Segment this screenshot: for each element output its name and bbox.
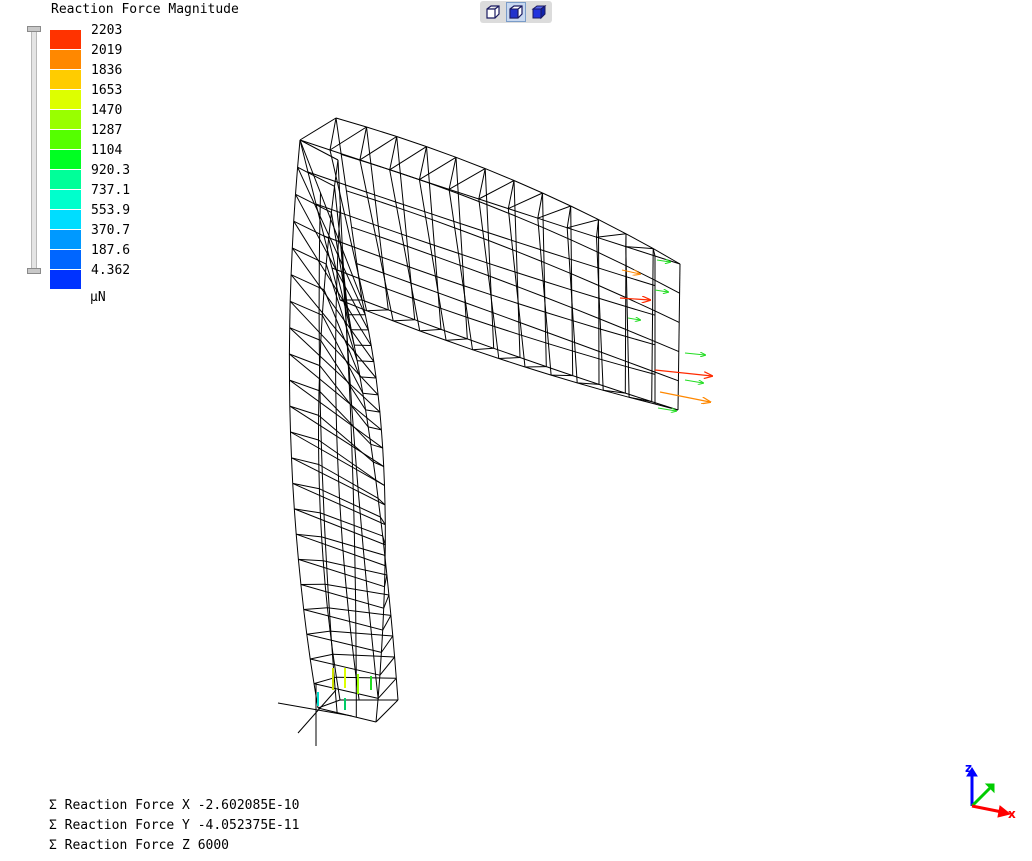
z-axis-icon: z xyxy=(965,761,978,806)
reaction-arrow xyxy=(684,353,705,355)
legend-unit: μN xyxy=(90,290,106,305)
hidden-line-view-icon xyxy=(509,5,523,19)
axis-triad[interactable]: z x xyxy=(960,760,1032,824)
view-mode-toolbar xyxy=(480,1,552,23)
legend-swatch xyxy=(50,50,81,69)
hidden-line-view-button[interactable] xyxy=(505,2,526,22)
sum-reaction-force-x: Σ Reaction Force X -2.602085E-10 xyxy=(49,798,300,813)
reaction-force-summary: Σ Reaction Force X -2.602085E-10 Σ React… xyxy=(49,797,299,857)
legend-value: 2019 xyxy=(91,43,123,58)
wireframe-view-icon xyxy=(486,5,500,19)
solid-view-button[interactable] xyxy=(529,2,549,22)
legend-value: 4.362 xyxy=(91,263,131,278)
z-axis-label: z xyxy=(965,761,972,775)
legend-swatch xyxy=(50,90,81,109)
legend-swatch xyxy=(50,190,81,209)
legend-slider-bottom-handle[interactable] xyxy=(27,268,41,274)
legend-color-bar xyxy=(50,30,81,290)
legend-value: 1653 xyxy=(91,83,123,98)
legend-value: 187.6 xyxy=(91,243,131,258)
legend-swatch xyxy=(50,210,81,229)
legend-value: 370.7 xyxy=(91,223,131,238)
legend-value: 553.9 xyxy=(91,203,131,218)
legend-swatch xyxy=(50,130,81,149)
legend-swatch xyxy=(50,70,81,89)
sum-reaction-force-y: Σ Reaction Force Y -4.052375E-11 xyxy=(49,818,300,833)
legend-slider-top-handle[interactable] xyxy=(27,26,41,32)
x-axis-icon: x xyxy=(971,804,1016,821)
model-viewport[interactable] xyxy=(0,0,1032,861)
legend-value: 1836 xyxy=(91,63,123,78)
legend-swatch xyxy=(50,110,81,129)
wireframe-mesh xyxy=(288,117,681,723)
legend-swatch xyxy=(50,30,81,49)
legend-value: 737.1 xyxy=(91,183,131,198)
reaction-arrow xyxy=(621,269,640,274)
solid-view-icon xyxy=(531,5,547,20)
legend-swatch xyxy=(50,250,81,269)
legend-value: 2203 xyxy=(91,23,123,38)
legend-swatch xyxy=(50,270,81,289)
legend-value: 920.3 xyxy=(91,163,131,178)
legend-swatch xyxy=(50,150,81,169)
legend-value: 1104 xyxy=(91,143,123,158)
legend-title: Reaction Force Magnitude xyxy=(51,2,239,17)
reaction-arrow xyxy=(684,379,703,383)
reaction-arrow xyxy=(619,298,650,300)
reaction-arrow xyxy=(654,290,668,292)
legend-swatch xyxy=(50,170,81,189)
x-axis-label: x xyxy=(1008,807,1016,821)
sum-reaction-force-z: Σ Reaction Force Z 6000 xyxy=(49,838,230,853)
legend-swatch xyxy=(50,230,81,249)
legend-value-labels: 2203 2019 1836 1653 1470 1287 1104 920.3 737.1 55… xyxy=(91,22,130,282)
legend-value: 1287 xyxy=(91,123,123,138)
legend-range-slider[interactable] xyxy=(27,26,41,274)
legend-slider-track[interactable] xyxy=(31,30,37,270)
wireframe-view-button[interactable] xyxy=(483,2,503,22)
y-axis-icon xyxy=(970,783,995,808)
reaction-arrow xyxy=(659,391,710,402)
reaction-arrow xyxy=(627,318,640,320)
legend-value: 1470 xyxy=(91,103,123,118)
